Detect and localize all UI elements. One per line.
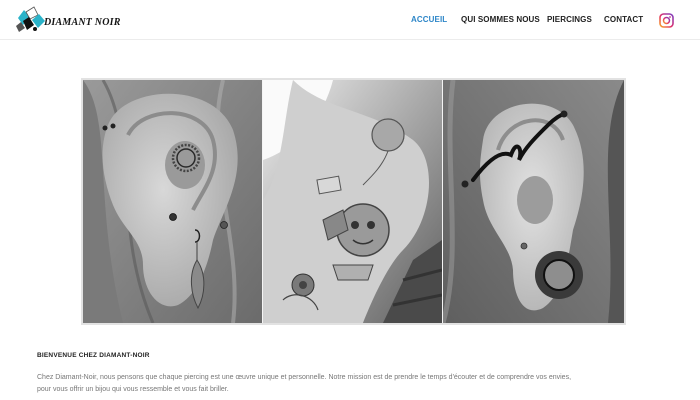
- welcome-heading: BIENVENUE CHEZ DIAMANT-NOIR: [37, 352, 150, 359]
- nav-qui-sommes-nous[interactable]: QUI SOMMES NOUS: [461, 15, 540, 24]
- instagram-icon: [659, 13, 674, 28]
- nav-accueil[interactable]: ACCUEIL: [411, 15, 447, 24]
- brand-logo[interactable]: DIAMANT NOIR: [14, 5, 121, 35]
- intro-line-2: pour vous offrir un bijou qui vous resse…: [37, 386, 229, 393]
- intro-line-1: Chez Diamant-Noir, nous pensons que chaq…: [37, 374, 572, 381]
- site-header: DIAMANT NOIR ACCUEIL QUI SOMMES NOUS PIE…: [0, 0, 700, 40]
- diamond-logo-icon: [16, 6, 45, 32]
- intro-paragraph: Chez Diamant-Noir, nous pensons que chaq…: [37, 372, 677, 396]
- nav-contact[interactable]: CONTACT: [604, 15, 643, 24]
- hero-gallery: [81, 78, 626, 325]
- instagram-link[interactable]: [659, 13, 674, 28]
- stretched-lobe-photo: [443, 80, 624, 323]
- brand-name: DIAMANT NOIR: [44, 16, 121, 28]
- ear-piercings-photo: [83, 80, 262, 323]
- tattooed-arm-photo: [263, 80, 442, 323]
- nav-piercings[interactable]: PIERCINGS: [547, 15, 592, 24]
